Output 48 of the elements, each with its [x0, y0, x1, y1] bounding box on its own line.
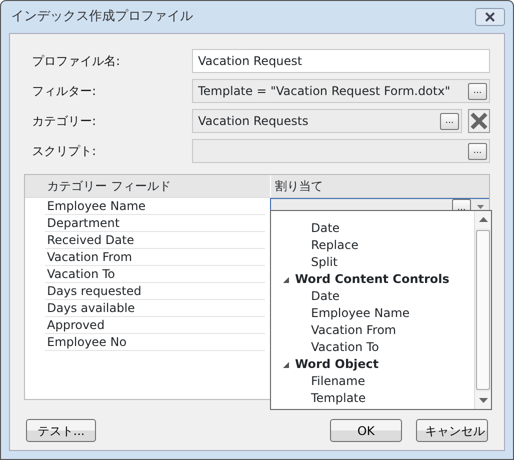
- tree-item[interactable]: Date: [271, 220, 474, 237]
- field-label: プロファイル名:: [31, 53, 122, 70]
- grid-cell: Days requested: [45, 283, 265, 300]
- clear-button[interactable]: [468, 109, 490, 133]
- tree-item[interactable]: Filename: [271, 373, 474, 390]
- scroll-thumb[interactable]: [476, 230, 490, 390]
- grid-cell: Vacation To: [45, 266, 265, 283]
- readonly-field[interactable]: ...: [192, 139, 490, 163]
- field-label: カテゴリー:: [31, 113, 98, 130]
- tree-group[interactable]: Word Object: [271, 356, 474, 373]
- group-label: Word Object: [295, 356, 379, 373]
- field-label: スクリプト:: [31, 143, 98, 160]
- scroll-down-icon[interactable]: [478, 398, 488, 403]
- ok-button[interactable]: OK: [330, 419, 402, 442]
- grid-cell: Days available: [45, 300, 265, 317]
- close-icon: [484, 12, 496, 22]
- browse-button[interactable]: ...: [440, 112, 459, 130]
- text-field[interactable]: Vacation Request: [192, 49, 490, 73]
- close-button[interactable]: [475, 8, 505, 26]
- tree-item[interactable]: Replace: [271, 237, 474, 254]
- group-label: Word Content Controls: [295, 271, 450, 288]
- test-button[interactable]: テスト...: [26, 419, 96, 442]
- clear-icon: [470, 112, 488, 130]
- window-title: インデックス作成プロファイル: [11, 8, 193, 26]
- column-header: 割り当て: [270, 175, 489, 197]
- tree-group[interactable]: Word Content Controls: [271, 271, 474, 288]
- tree-item[interactable]: Date: [271, 288, 474, 305]
- tree-item[interactable]: Employee Name: [271, 305, 474, 322]
- cancel-button[interactable]: キャンセル: [416, 419, 488, 442]
- grid-cell: Employee Name: [45, 198, 265, 215]
- column-header: カテゴリー フィールド: [46, 178, 172, 195]
- expanded-arrow-icon[interactable]: [283, 362, 289, 368]
- tree-item[interactable]: Split: [271, 254, 474, 271]
- grid-cell: Employee No: [45, 334, 265, 351]
- scrollbar[interactable]: [474, 211, 491, 409]
- grid-cell: Received Date: [45, 232, 265, 249]
- field-label: フィルター:: [31, 83, 98, 100]
- expanded-arrow-icon[interactable]: [283, 276, 289, 283]
- readonly-field[interactable]: Template = "Vacation Request Form.dotx" ...: [192, 79, 490, 103]
- browse-button[interactable]: ...: [468, 142, 487, 160]
- readonly-field[interactable]: Vacation Requests ...: [192, 109, 462, 133]
- grid-cell: Department: [45, 215, 265, 232]
- grid-cell: Approved: [45, 317, 265, 334]
- grid-cell: Vacation From: [45, 249, 265, 266]
- browse-button[interactable]: ...: [468, 82, 487, 100]
- tree-item[interactable]: Vacation To: [271, 339, 474, 356]
- tree-item[interactable]: Template: [271, 390, 474, 407]
- tree-item[interactable]: Vacation From: [271, 322, 474, 339]
